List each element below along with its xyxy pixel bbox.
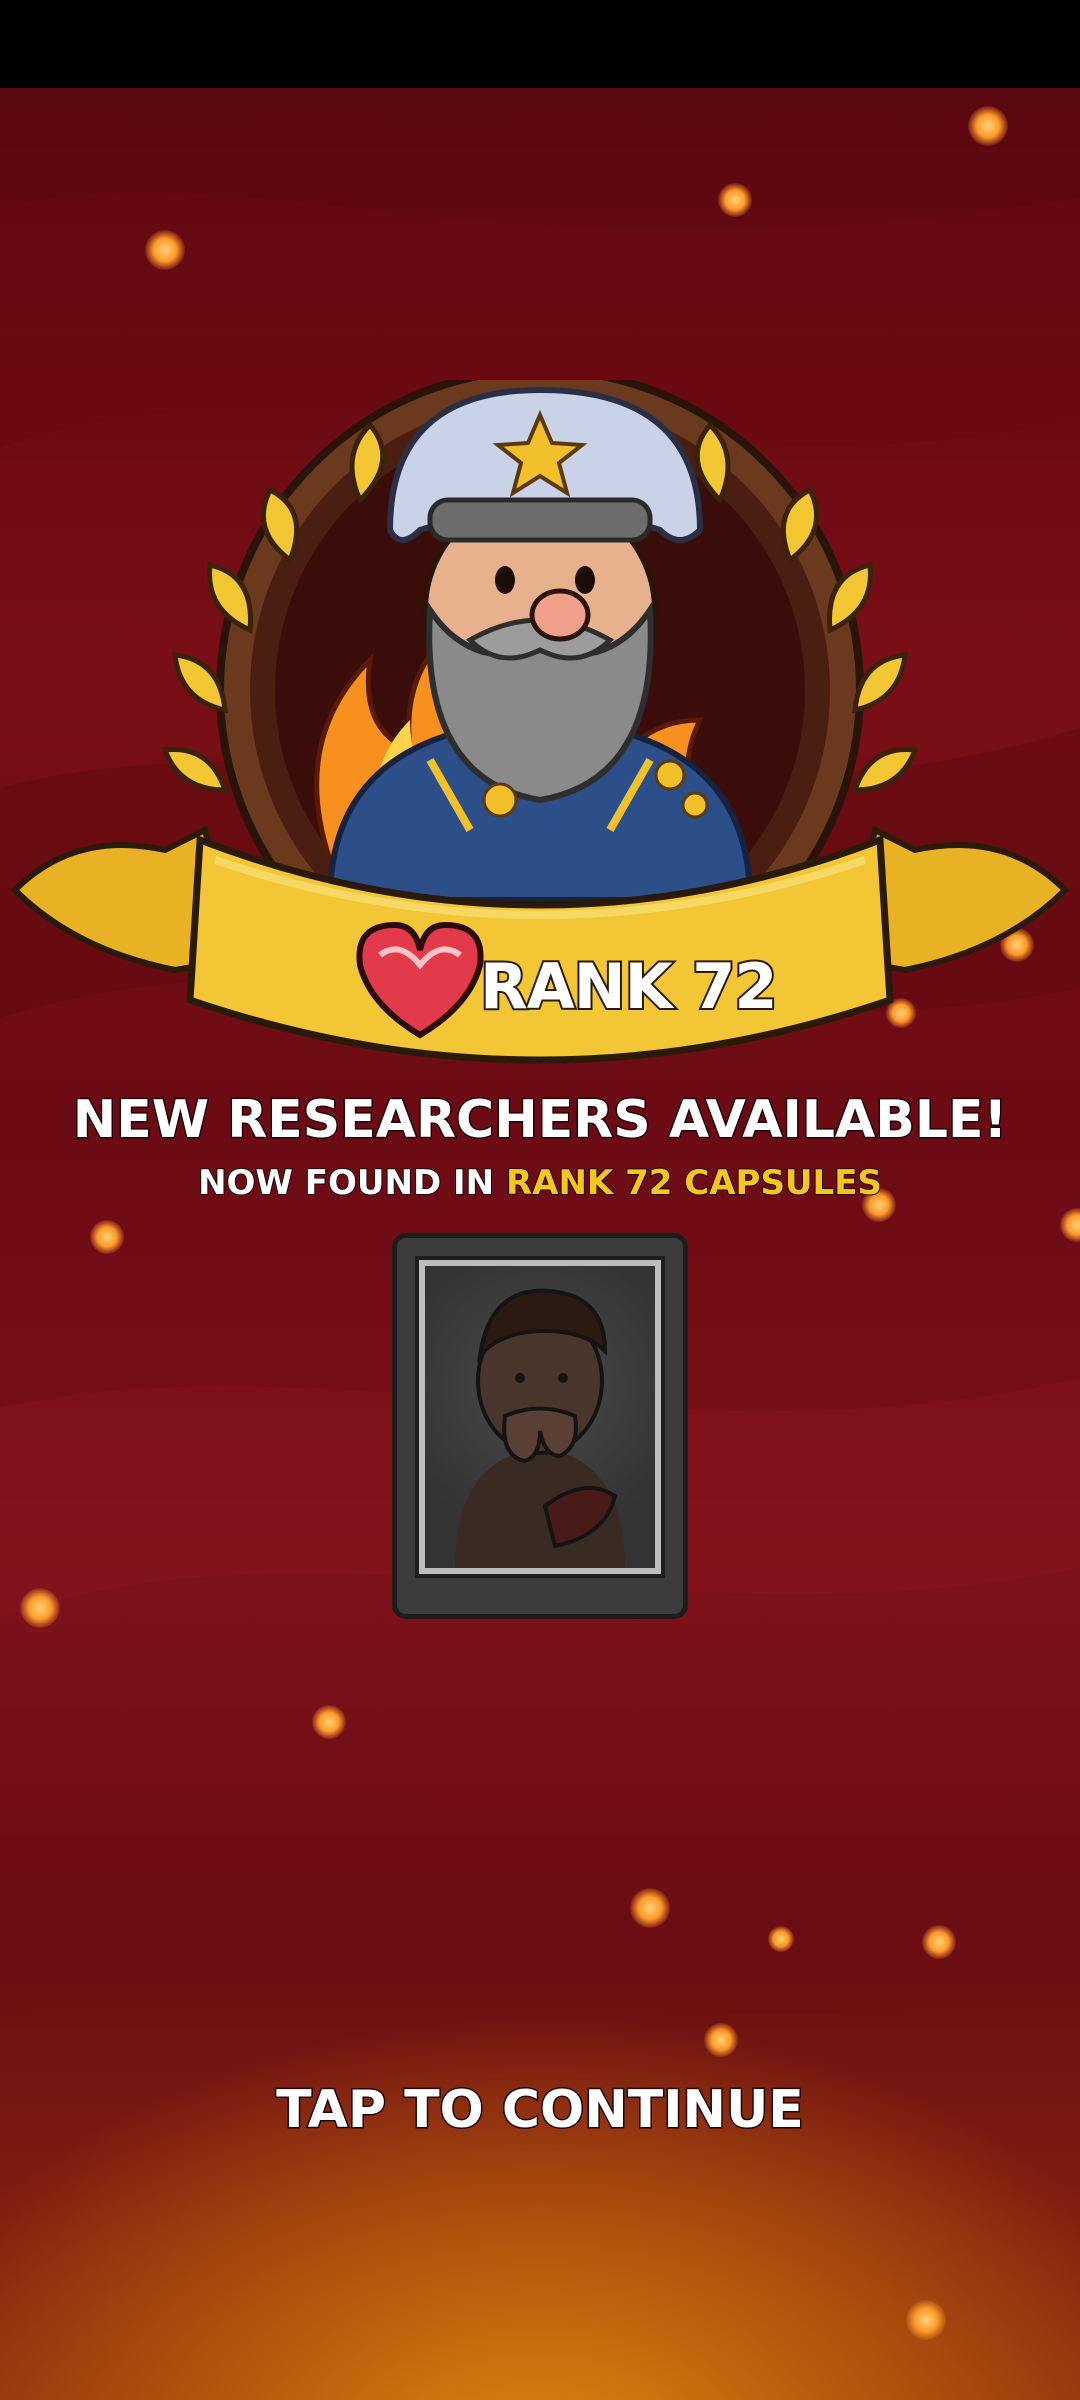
tap-to-continue[interactable]: TAP TO CONTINUE (0, 2079, 1080, 2142)
ember (90, 1220, 124, 1254)
ember (145, 230, 185, 270)
ember (922, 1925, 956, 1959)
ember (704, 2023, 738, 2057)
researcher-card-frame (415, 1256, 665, 1578)
announcement-subline: NOW FOUND IN RANK 72 CAPSULES (0, 1162, 1080, 1204)
ember (20, 1588, 60, 1628)
ember (630, 1888, 670, 1928)
researcher-figure (455, 1288, 625, 1568)
ember (906, 2300, 946, 2340)
rank-label: RANK 72 (478, 948, 780, 1025)
status-bar (0, 0, 1080, 88)
ember (312, 1705, 346, 1739)
subline-prefix: NOW FOUND IN (197, 1162, 506, 1204)
ember (718, 183, 752, 217)
researcher-silhouette (425, 1266, 655, 1568)
ember (968, 106, 1008, 146)
researcher-card[interactable] (392, 1233, 688, 1619)
ember (768, 1926, 794, 1952)
rank-up-screen[interactable]: RANK 72 NEW RESEARCHERS AVAILABLE! NOW F… (0, 0, 1080, 2400)
subline-highlight: RANK 72 CAPSULES (505, 1162, 883, 1204)
announcement-headline: NEW RESEARCHERS AVAILABLE! (71, 1089, 1009, 1152)
